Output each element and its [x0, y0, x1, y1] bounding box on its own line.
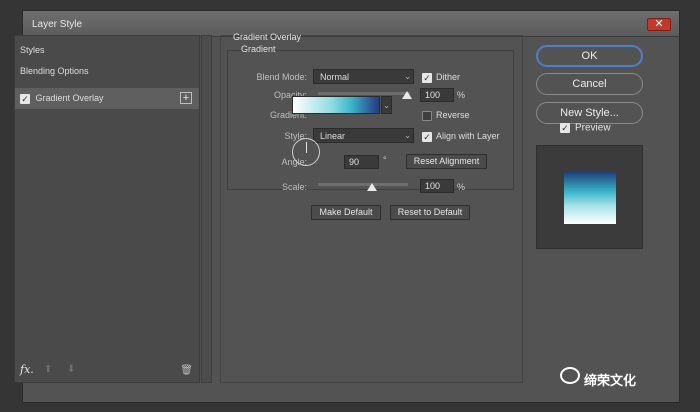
angle-input[interactable]: 90	[344, 155, 379, 169]
dither-option[interactable]: ✓ Dither	[422, 72, 460, 83]
fx-dot: .	[30, 363, 34, 376]
section-title: Gradient Overlay	[233, 32, 302, 42]
watermark-text: 缔荣文化	[584, 373, 637, 388]
reset-alignment-button[interactable]: Reset Alignment	[406, 154, 487, 169]
styles-item[interactable]: Styles	[15, 40, 199, 61]
styles-list: Styles Blending Options ✓ Gradient Overl…	[14, 35, 200, 383]
reset-to-default-button[interactable]: Reset to Default	[390, 205, 470, 220]
preview-checkbox[interactable]: ✓	[560, 123, 570, 133]
styles-scrollbar[interactable]	[201, 35, 212, 383]
preview-option[interactable]: ✓ Preview	[560, 123, 611, 134]
group-title: Gradient	[241, 44, 276, 54]
gradient-overlay-label: Gradient Overlay	[35, 93, 104, 103]
new-style-button[interactable]: New Style...	[536, 102, 643, 124]
dialog-title: Layer Style	[32, 19, 83, 30]
opacity-slider-track[interactable]	[318, 92, 410, 95]
gradient-swatch[interactable]	[292, 96, 380, 114]
reverse-label: Reverse	[436, 110, 470, 120]
chevron-down-icon: ⌄	[404, 72, 411, 81]
ok-button[interactable]: OK	[536, 45, 643, 67]
dither-label: Dither	[436, 72, 461, 82]
opacity-input[interactable]: 100	[420, 88, 454, 102]
align-with-layer-label: Align with Layer	[436, 131, 500, 141]
title-bar[interactable]: Layer Style ✕	[23, 11, 679, 37]
move-down-icon[interactable]: ⬇	[67, 364, 75, 375]
style-value: Linear	[320, 131, 346, 141]
angle-dial-hand	[306, 142, 307, 153]
preview-label: Preview	[575, 122, 611, 134]
gradient-dropdown[interactable]: ⌄	[381, 96, 392, 114]
opacity-slider-thumb[interactable]	[402, 91, 412, 99]
blending-options-label: Blending Options	[20, 66, 89, 76]
trash-icon[interactable]: 🗑	[180, 365, 193, 376]
align-with-layer-option[interactable]: ✓ Align with Layer	[422, 131, 500, 142]
angle-dial[interactable]	[292, 138, 320, 166]
reverse-checkbox[interactable]	[422, 110, 432, 121]
angle-unit: °	[383, 155, 387, 165]
preview-gradient	[564, 172, 616, 224]
opacity-unit: %	[457, 90, 466, 100]
dither-checkbox[interactable]: ✓	[422, 72, 432, 83]
align-with-layer-checkbox[interactable]: ✓	[422, 131, 432, 142]
wechat-icon	[560, 367, 580, 384]
blend-mode-value: Normal	[320, 72, 350, 82]
scale-input[interactable]: 100	[420, 179, 454, 193]
chevron-down-icon: ⌄	[404, 131, 411, 140]
scale-unit: %	[457, 182, 466, 192]
cancel-button[interactable]: Cancel	[536, 73, 643, 95]
blend-mode-label: Blend Mode:	[256, 72, 307, 82]
gradient-overlay-checkbox[interactable]: ✓	[20, 93, 30, 104]
fx-icon[interactable]: fx.	[20, 363, 34, 376]
scale-label: Scale:	[281, 182, 307, 192]
blending-options-item[interactable]: Blending Options	[15, 61, 199, 82]
scale-slider-track[interactable]	[318, 183, 408, 186]
preview-thumbnail	[536, 145, 643, 249]
style-select[interactable]: Linear ⌄	[313, 128, 414, 143]
make-default-button[interactable]: Make Default	[311, 205, 381, 220]
fx-label: fx	[20, 363, 31, 376]
styles-label: Styles	[20, 45, 45, 55]
blend-mode-select[interactable]: Normal ⌄	[313, 69, 414, 84]
reverse-option[interactable]: Reverse	[422, 110, 470, 121]
close-button[interactable]: ✕	[647, 18, 671, 31]
scale-slider-thumb[interactable]	[367, 183, 377, 191]
move-up-icon[interactable]: ⬆	[44, 364, 52, 375]
gradient-overlay-item[interactable]: ✓ Gradient Overlay +	[15, 88, 199, 109]
add-effect-icon[interactable]: +	[180, 92, 192, 104]
